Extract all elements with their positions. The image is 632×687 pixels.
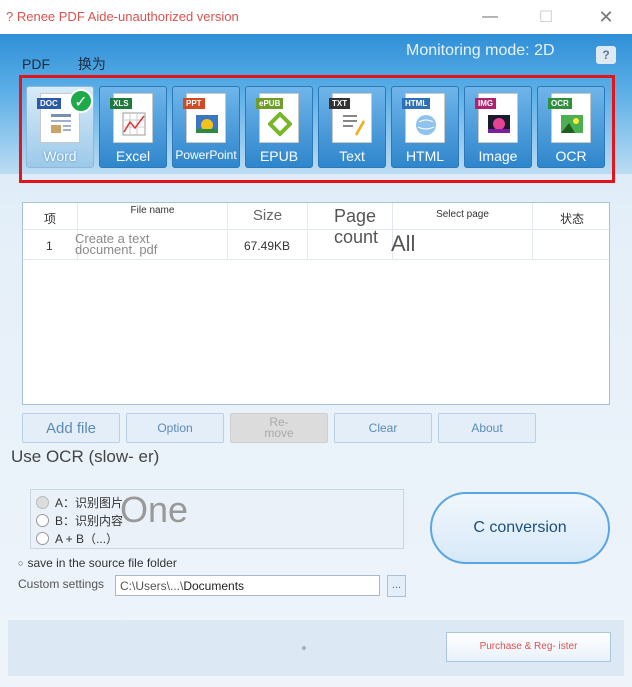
ocr-option-ab[interactable]: A + B（...） xyxy=(36,530,118,547)
convert-to-label: PDF 换为 xyxy=(22,54,106,74)
format-tag: HTML xyxy=(402,98,431,109)
radio-icon: ○ xyxy=(18,558,24,568)
format-powerpoint-button[interactable]: PPT PowerPoint xyxy=(172,86,240,168)
convert-label-suffix: 换为 xyxy=(77,56,106,72)
ocr-option-a-label: A：识别图片 xyxy=(55,496,124,510)
file-table: 项 File name Size Page count Select page … xyxy=(22,202,610,405)
convert-button[interactable]: C conversion xyxy=(430,492,610,564)
window-title: ? Renee PDF Aide-unauthorized version xyxy=(6,9,239,24)
path-prefix: C:\Users\...\ xyxy=(120,579,184,593)
table-row[interactable]: 1 Create a text document. pdf 67.49KB Al… xyxy=(23,230,609,260)
radio-icon xyxy=(36,496,49,509)
format-tag: IMG xyxy=(475,98,497,109)
excel-doc-icon: XLS xyxy=(110,93,153,143)
format-text-button[interactable]: TXT Text xyxy=(318,86,386,168)
add-file-button[interactable]: Add file xyxy=(22,413,120,443)
format-excel-button[interactable]: XLS Excel xyxy=(99,86,167,168)
image-doc-icon: IMG xyxy=(475,93,518,143)
action-buttons: Add file Option Re- move Clear About xyxy=(22,413,542,443)
output-path-field[interactable]: C:\Users\...\Documents xyxy=(115,575,380,596)
ocr-option-b[interactable]: B：识别内容 xyxy=(36,512,123,529)
path-value: Documents xyxy=(183,579,245,593)
format-tag: OCR xyxy=(548,98,572,109)
option-button[interactable]: Option xyxy=(126,413,224,443)
row-file-name: Create a text document. pdf xyxy=(75,231,158,257)
convert-label-prefix: PDF xyxy=(22,56,50,72)
purchase-register-button[interactable]: Purchase & Reg- ister xyxy=(446,632,611,662)
radio-icon xyxy=(36,532,49,545)
format-tag: XLS xyxy=(110,98,132,109)
format-epub-button[interactable]: ePUB EPUB xyxy=(245,86,313,168)
format-image-button[interactable]: IMG Image xyxy=(464,86,532,168)
format-label: PowerPoint xyxy=(175,148,237,162)
row-size: 67.49KB xyxy=(244,239,291,253)
format-tag: DOC xyxy=(37,98,61,109)
text-doc-icon: TXT xyxy=(329,93,372,143)
table-header: 项 File name Size Page count Select page … xyxy=(23,203,609,260)
powerpoint-doc-icon: PPT xyxy=(183,93,226,143)
app-body: Monitoring mode: 2D ? PDF 换为 DOC ✓ Word … xyxy=(0,34,632,687)
custom-settings-label: Custom settings xyxy=(18,577,105,591)
browse-button[interactable]: ... xyxy=(387,575,406,597)
format-label: OCR xyxy=(555,148,587,164)
title-bar: ? Renee PDF Aide-unauthorized version — … xyxy=(0,0,632,34)
one-label: One xyxy=(120,489,189,530)
format-label: EPUB xyxy=(259,148,299,164)
close-button[interactable]: ✕ xyxy=(586,4,626,30)
check-icon: ✓ xyxy=(69,89,93,113)
footer: 。 Purchase & Reg- ister xyxy=(8,620,624,676)
format-tag: TXT xyxy=(329,98,351,109)
format-toolbar: DOC ✓ Word XLS Excel PPT PowerPoint ePUB xyxy=(26,86,606,168)
ocr-option-ab-label: A + B（...） xyxy=(55,532,119,546)
format-label: HTML xyxy=(405,148,445,164)
help-icon[interactable]: ? xyxy=(596,46,616,64)
save-source-option[interactable]: ○ save in the source file folder xyxy=(18,556,177,570)
row-select-page[interactable]: All xyxy=(391,231,415,257)
clear-button[interactable]: Clear xyxy=(334,413,432,443)
save-source-label: save in the source file folder xyxy=(27,556,177,570)
remove-button[interactable]: Re- move xyxy=(230,413,328,443)
format-label: Image xyxy=(478,148,518,164)
about-button[interactable]: About xyxy=(438,413,536,443)
radio-icon xyxy=(36,514,49,527)
use-ocr-checkbox[interactable]: Use OCR (slow- er) xyxy=(11,444,161,470)
row-index: 1 xyxy=(46,239,53,253)
html-doc-icon: HTML xyxy=(402,93,445,143)
maximize-button[interactable]: ☐ xyxy=(526,4,566,30)
ocr-doc-icon: OCR xyxy=(548,93,591,143)
ocr-option-a[interactable]: A：识别图片 xyxy=(36,494,123,511)
format-html-button[interactable]: HTML HTML xyxy=(391,86,459,168)
custom-settings-option[interactable]: Custom settings xyxy=(18,577,104,591)
format-ocr-button[interactable]: OCR OCR xyxy=(537,86,605,168)
epub-doc-icon: ePUB xyxy=(256,93,299,143)
format-label: Text xyxy=(339,148,365,164)
ocr-options-panel: A：识别图片 B：识别内容 A + B（...） xyxy=(30,489,404,549)
format-word-button[interactable]: DOC ✓ Word xyxy=(26,86,94,168)
format-tag: PPT xyxy=(183,98,205,109)
ocr-option-b-label: B：识别内容 xyxy=(55,514,124,528)
monitoring-mode: Monitoring mode: 2D xyxy=(406,42,555,59)
format-label: Word xyxy=(43,148,77,164)
format-label: Excel xyxy=(115,148,151,164)
format-tag: ePUB xyxy=(256,98,284,109)
minimize-button[interactable]: — xyxy=(470,4,510,30)
